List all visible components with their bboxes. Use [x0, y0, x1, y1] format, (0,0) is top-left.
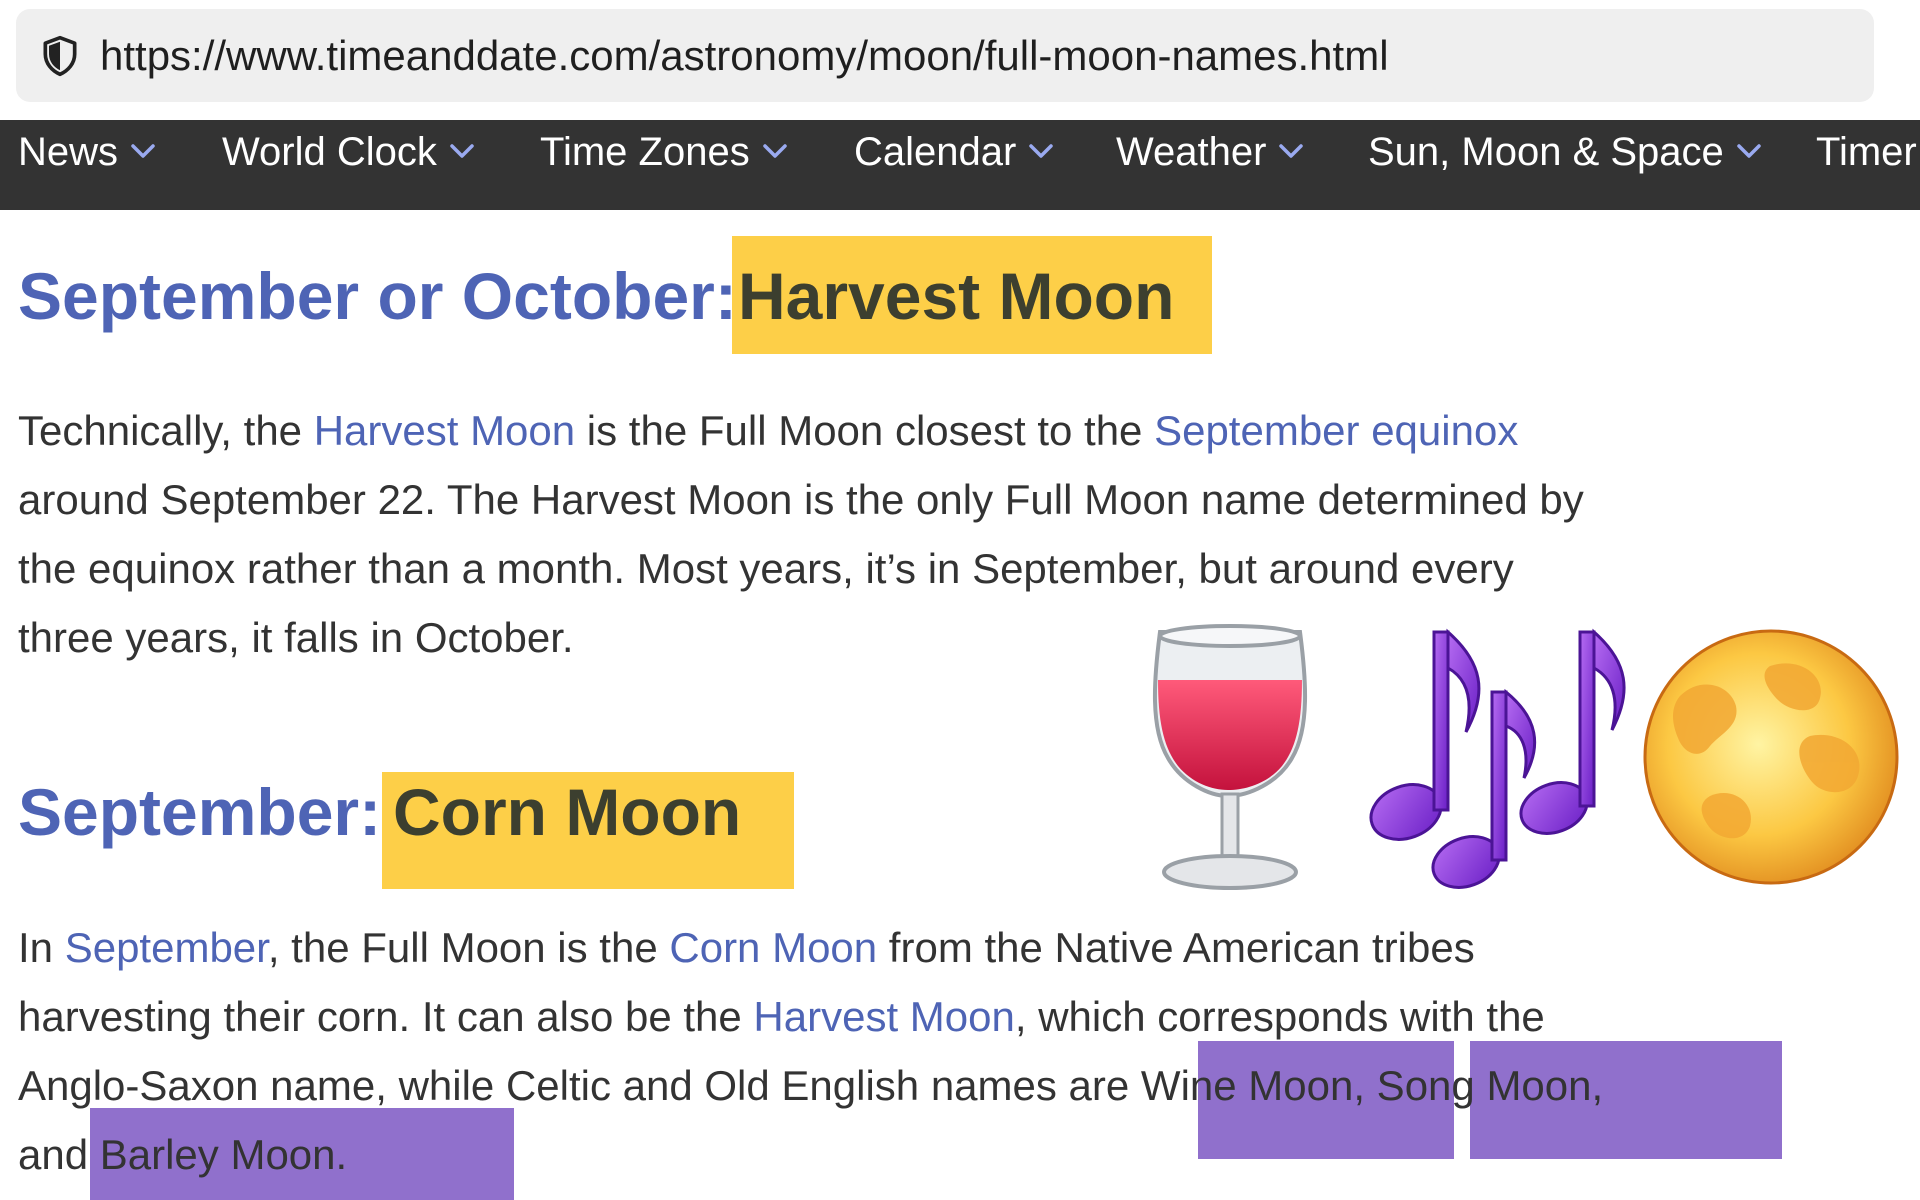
nav-item-time-zones[interactable]: Time Zones	[540, 120, 788, 210]
section-heading-harvest-prefix: September or October:	[18, 259, 737, 333]
nav-item-sun-moon-space[interactable]: Sun, Moon & Space	[1368, 120, 1762, 210]
section-heading-corn-prefix: September:	[18, 775, 382, 849]
nav-item-label: Calendar	[854, 130, 1017, 174]
corn-moon-link[interactable]: Corn Moon	[669, 924, 877, 971]
nav-item-timer[interactable]: Timer	[1816, 120, 1917, 210]
wine-glass-icon	[1152, 624, 1308, 890]
url-text[interactable]: https://www.timeanddate.com/astronomy/mo…	[100, 9, 1389, 102]
harvest-moon-link[interactable]: Harvest Moon	[753, 993, 1014, 1040]
nav-item-label: Timer	[1816, 130, 1917, 174]
nav-item-label: Weather	[1116, 130, 1267, 174]
text-run: harvesting their corn. It can also be th…	[18, 993, 754, 1040]
text-run: is the Full Moon closest to the	[575, 407, 1155, 454]
nav-item-weather[interactable]: Weather	[1116, 120, 1304, 210]
paragraph-line: around September 22. The Harvest Moon is…	[18, 476, 1584, 523]
paragraph-line: three years, it falls in October.	[18, 614, 574, 661]
chevron-down-icon	[1279, 144, 1304, 159]
paragraph-line: Anglo-Saxon name, while Celtic and Old E…	[18, 1062, 1604, 1109]
chevron-down-icon	[762, 144, 787, 159]
section-heading-corn-name: Corn Moon	[393, 775, 742, 849]
paragraph-line: In September, the Full Moon is the Corn …	[18, 913, 1603, 982]
nav-item-label: World Clock	[222, 130, 437, 174]
shield-icon[interactable]	[38, 34, 82, 78]
harvest-paragraph: Technically, the Harvest Moon is the Ful…	[18, 396, 1584, 672]
text-run: from the Native American tribes	[877, 924, 1475, 971]
chevron-down-icon	[450, 144, 474, 159]
chevron-down-icon	[1737, 144, 1761, 159]
paragraph-line: the equinox rather than a month. Most ye…	[18, 545, 1514, 592]
musical-notes-icon	[1369, 628, 1626, 889]
section-heading-harvest-name: Harvest Moon	[738, 259, 1175, 333]
top-navigation: News World Clock Time Zones Calendar Wea…	[0, 120, 1920, 210]
text-run: , which corresponds with the	[1014, 993, 1545, 1040]
full-moon-icon	[1643, 629, 1899, 885]
paragraph-line: Technically, the Harvest Moon is the Ful…	[18, 396, 1584, 465]
paragraph-line: harvesting their corn. It can also be th…	[18, 982, 1603, 1051]
harvest-moon-link[interactable]: Harvest Moon	[314, 407, 575, 454]
address-bar[interactable]: https://www.timeanddate.com/astronomy/mo…	[16, 9, 1874, 102]
paragraph-line: and Barley Moon.	[18, 1131, 348, 1178]
chevron-down-icon	[1029, 144, 1054, 159]
corn-paragraph: In September, the Full Moon is the Corn …	[18, 913, 1603, 1189]
nav-item-label: Time Zones	[540, 130, 750, 174]
nav-item-news[interactable]: News	[18, 120, 156, 210]
nav-item-label: News	[18, 130, 119, 174]
text-run: In	[18, 924, 65, 971]
chevron-down-icon	[131, 144, 155, 159]
september-equinox-link[interactable]: September equinox	[1154, 407, 1518, 454]
nav-item-label: Sun, Moon & Space	[1368, 130, 1724, 174]
september-link[interactable]: September	[65, 924, 268, 971]
nav-item-world-clock[interactable]: World Clock	[222, 120, 475, 210]
text-run: Technically, the	[18, 407, 314, 454]
nav-item-calendar[interactable]: Calendar	[854, 120, 1054, 210]
text-run: , the Full Moon is the	[267, 924, 670, 971]
